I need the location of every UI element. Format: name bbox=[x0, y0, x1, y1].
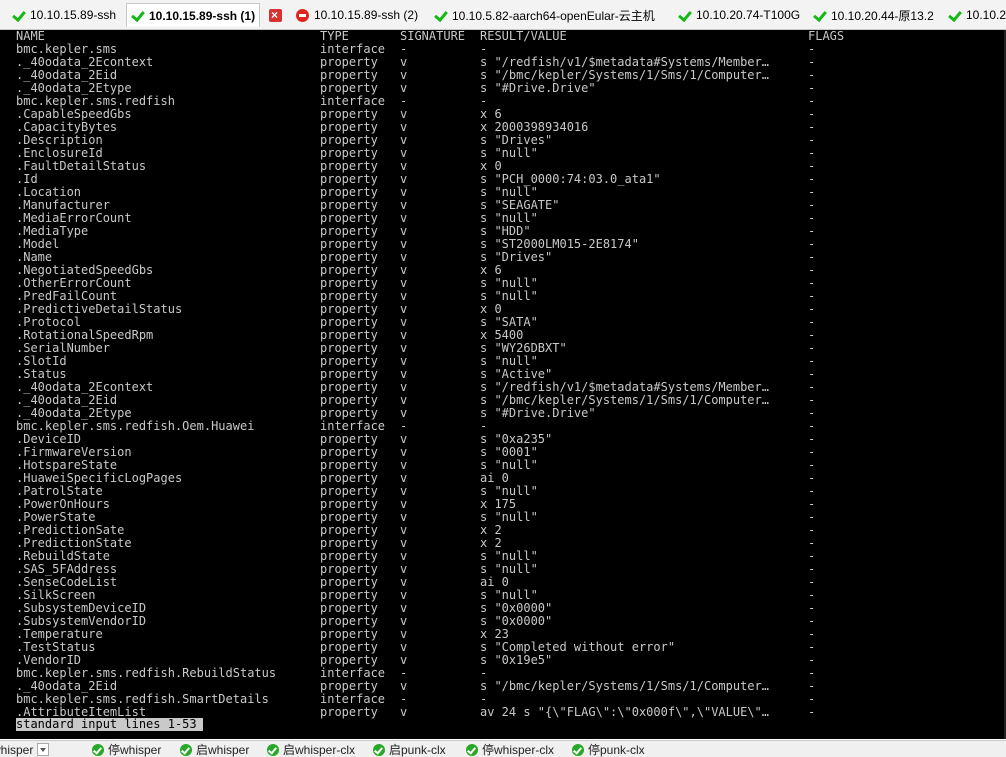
row-result-value: s "#Drive.Drive" bbox=[480, 81, 596, 95]
tab-label: 10.10.20 bbox=[966, 8, 1006, 22]
quick-button[interactable]: 停whisper-clx bbox=[466, 742, 554, 757]
tab-overflow[interactable]: 10.10.20 bbox=[944, 3, 1006, 27]
tab-2044[interactable]: 10.10.20.44-原13.2 bbox=[809, 3, 938, 27]
quick-command-bar: whisper 停whisper 启whisper 启whisper-clx 启… bbox=[0, 740, 1006, 757]
check-icon bbox=[12, 9, 25, 22]
tab-label: 10.10.5.82-aarch64-openEular-云主机 bbox=[452, 8, 655, 23]
row-type: property bbox=[320, 705, 378, 719]
close-tab-button[interactable] bbox=[269, 3, 282, 27]
tab-ssh-2-active[interactable]: 10.10.15.89-ssh (1) bbox=[126, 3, 261, 27]
quick-button-label: 启whisper bbox=[196, 743, 250, 757]
quick-button-label: 停whisper-clx bbox=[482, 743, 555, 757]
terminal-window[interactable]: NAME TYPE SIGNATURE RESULT/VALUE FLAGS b… bbox=[0, 30, 1006, 739]
quick-button[interactable]: 停whisper bbox=[92, 742, 161, 757]
header-result-value: RESULT/VALUE bbox=[480, 30, 567, 43]
close-icon bbox=[269, 8, 282, 22]
pager-status-line: standard input lines 1-53 bbox=[16, 718, 203, 731]
check-circle-icon bbox=[267, 743, 279, 756]
row-result-value: av 24 s "{\"FLAG\":\"0x000f\",\"VALUE\"… bbox=[480, 705, 769, 719]
quick-button[interactable]: 启punk-clx bbox=[373, 742, 446, 757]
check-circle-icon bbox=[466, 743, 478, 756]
tab-label: 10.10.15.89-ssh bbox=[30, 8, 117, 22]
tab-ssh-1[interactable]: 10.10.15.89-ssh bbox=[8, 3, 120, 27]
check-circle-icon bbox=[572, 743, 584, 756]
check-icon bbox=[131, 9, 144, 22]
row-flags: - bbox=[808, 705, 816, 719]
check-circle-icon bbox=[373, 743, 385, 756]
row-result-value: s "0x19e5" bbox=[480, 653, 553, 667]
tab-openeular[interactable]: 10.10.5.82-aarch64-openEular-云主机 bbox=[430, 3, 659, 27]
row-result-value: s "/bmc/kepler/Systems/1/Sms/1/Computer… bbox=[480, 679, 769, 693]
session-tab-bar: 10.10.15.89-ssh 10.10.15.89-ssh (1) 10.1… bbox=[0, 0, 1006, 30]
disconnected-icon bbox=[296, 8, 309, 22]
check-icon bbox=[434, 9, 447, 22]
tab-label: 10.10.20.74-T100G bbox=[696, 8, 801, 22]
quick-button[interactable]: 启whisper bbox=[180, 742, 249, 757]
tab-t100g[interactable]: 10.10.20.74-T100G bbox=[674, 3, 804, 27]
chevron-down-icon bbox=[37, 743, 50, 756]
quick-button-label: 停punk-clx bbox=[588, 743, 645, 757]
quick-command-select[interactable]: whisper bbox=[0, 742, 50, 757]
busctl-introspect-output: NAME TYPE SIGNATURE RESULT/VALUE FLAGS b… bbox=[16, 30, 844, 719]
check-circle-icon bbox=[92, 743, 104, 756]
quick-button-label: 启whisper-clx bbox=[283, 743, 356, 757]
tab-label: 10.10.15.89-ssh (2) bbox=[314, 8, 419, 22]
check-circle-icon bbox=[180, 743, 192, 756]
row-signature: v bbox=[400, 705, 408, 719]
quick-button-label: 启punk-clx bbox=[389, 743, 446, 757]
property-rows: bmc.kepler.sms interface - - - ._40odata_2Eco… bbox=[16, 43, 815, 719]
quick-command-value: whisper bbox=[0, 742, 34, 757]
check-icon bbox=[948, 9, 961, 22]
row-result-value: s "#Drive.Drive" bbox=[480, 406, 596, 420]
check-icon bbox=[678, 9, 691, 22]
tab-label: 10.10.20.44-原13.2 bbox=[831, 8, 934, 23]
quick-button-label: 停whisper bbox=[108, 743, 162, 757]
check-icon bbox=[813, 9, 826, 22]
header-signature: SIGNATURE bbox=[400, 30, 466, 43]
tab-label: 10.10.15.89-ssh (1) bbox=[149, 8, 256, 23]
quick-button[interactable]: 启whisper-clx bbox=[267, 742, 355, 757]
tab-ssh-3[interactable]: 10.10.15.89-ssh (2) bbox=[292, 3, 422, 27]
quick-button[interactable]: 停punk-clx bbox=[572, 742, 645, 757]
